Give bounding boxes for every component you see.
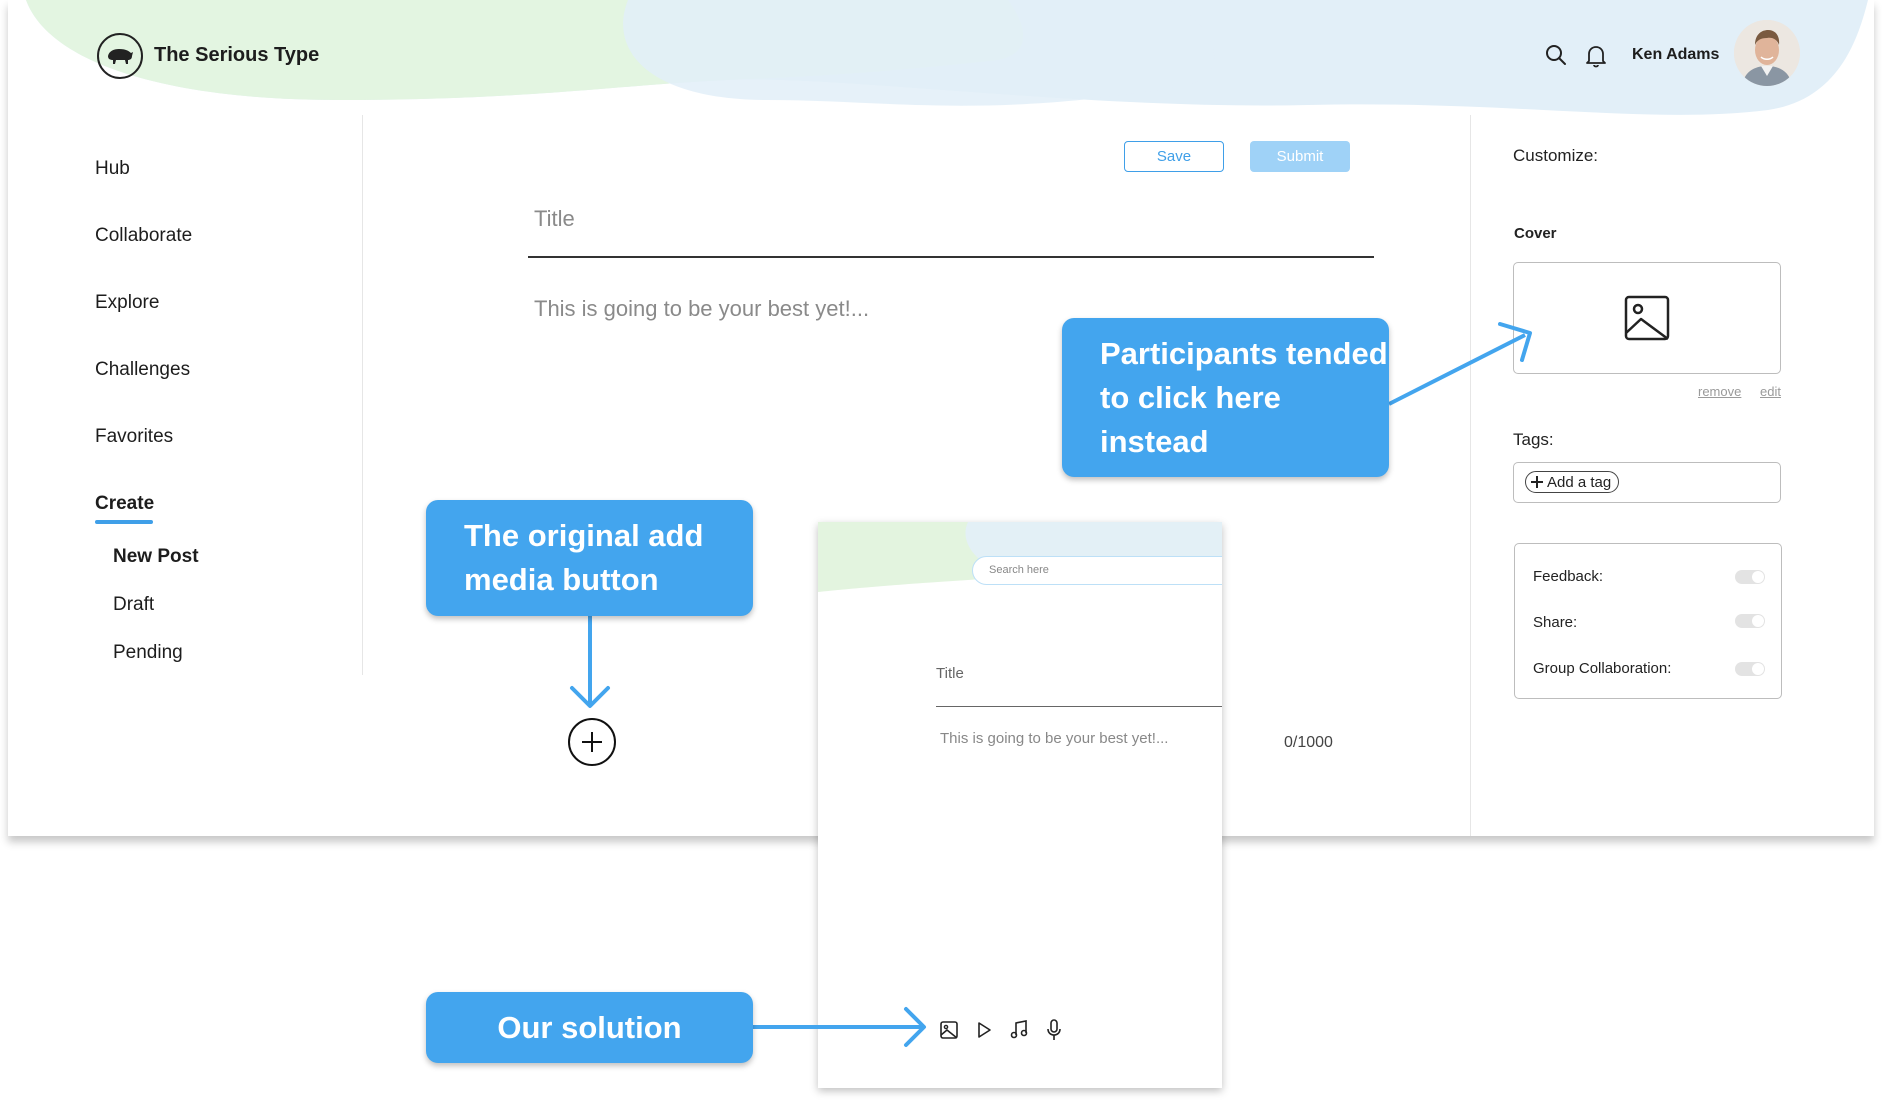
callout-cover-click: Participants tended to click here instea… bbox=[1062, 318, 1389, 477]
annotation-arrows bbox=[570, 322, 1532, 1047]
callout-original-button: The original add media button bbox=[426, 500, 753, 616]
callout-our-solution: Our solution bbox=[426, 992, 753, 1063]
